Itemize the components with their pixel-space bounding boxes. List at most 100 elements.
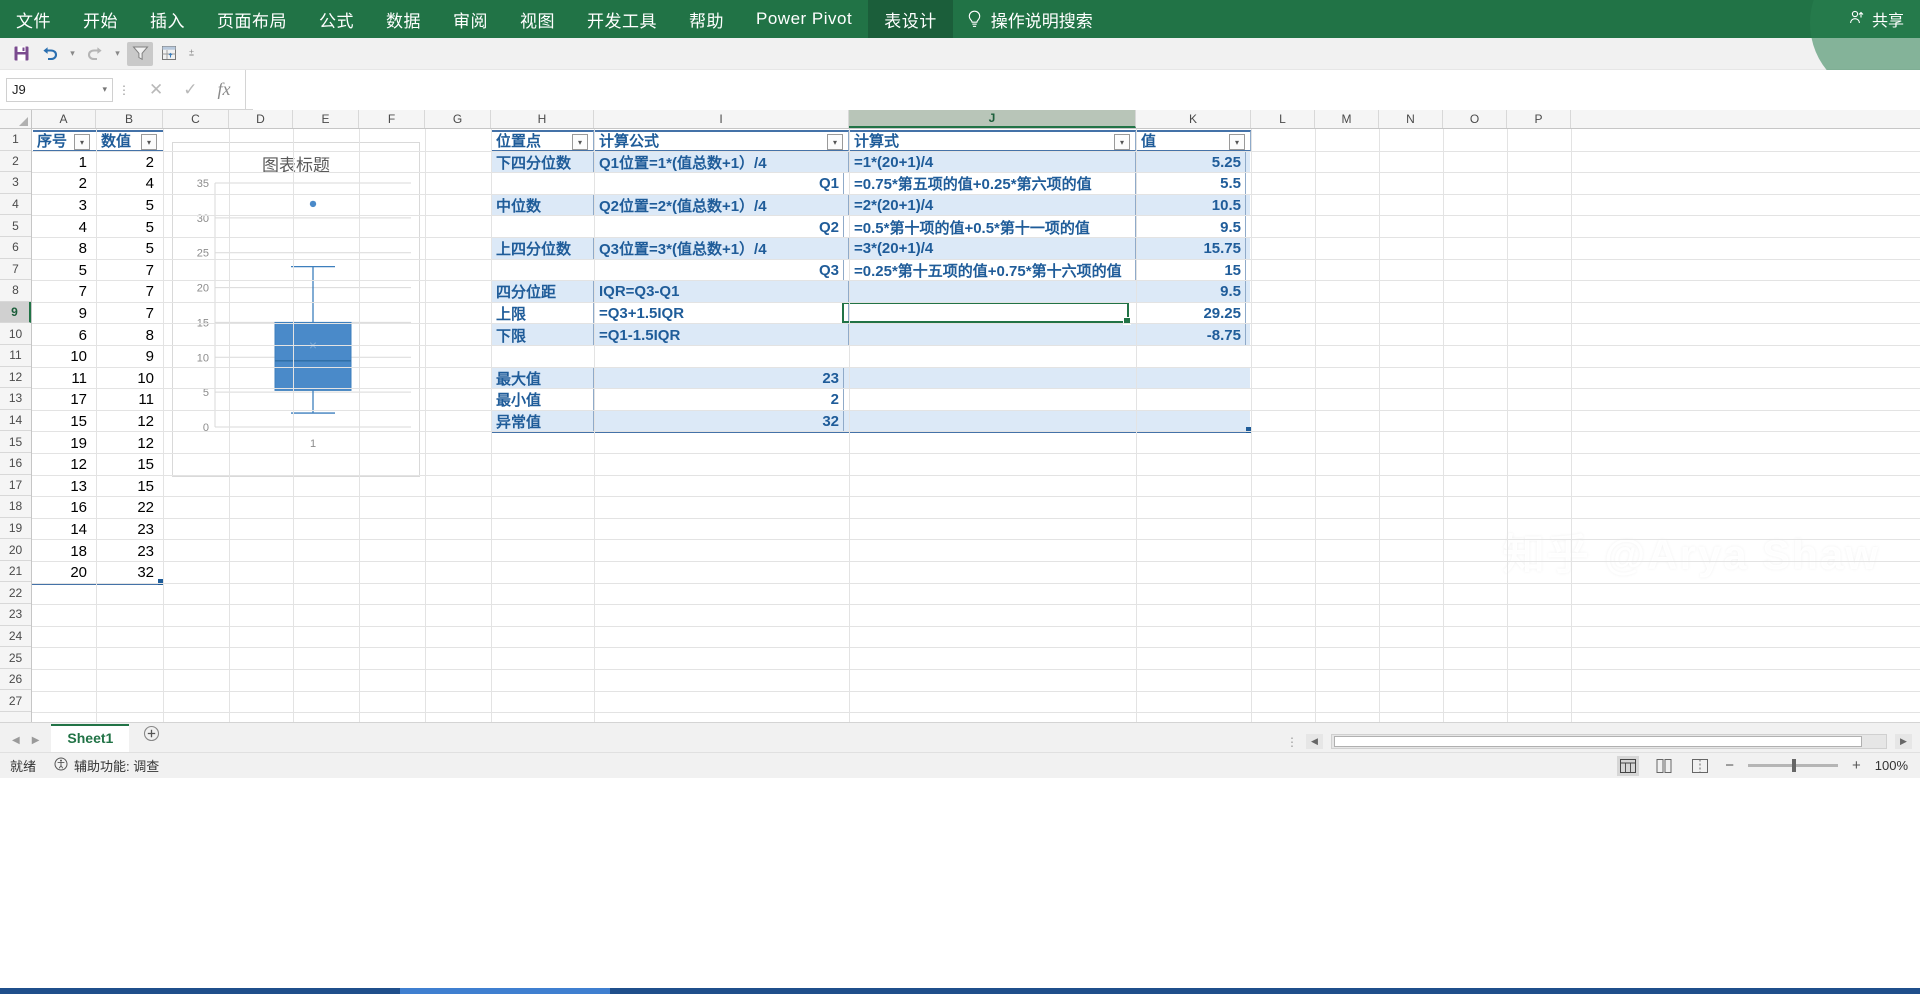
data-cell-seq-3[interactable]: 3 [33, 195, 91, 217]
calc-value-7[interactable]: 29.25 [1137, 302, 1246, 325]
column-header-o[interactable]: O [1443, 110, 1507, 128]
confirm-icon[interactable]: ✓ [183, 80, 197, 100]
zoom-slider-knob[interactable] [1791, 759, 1796, 772]
ribbon-tab-file[interactable]: 文件 [0, 0, 67, 38]
data-cell-value-9[interactable]: 8 [97, 324, 158, 346]
ribbon-tab-table-design[interactable]: 表设计 [868, 0, 953, 38]
data-cell-seq-4[interactable]: 4 [33, 216, 91, 238]
scroll-right-icon[interactable]: ▶ [1895, 734, 1912, 749]
calc-expression-0[interactable]: =1*(20+1)/4 [850, 151, 1136, 174]
calc-table-header-1[interactable]: 计算公式 [595, 130, 849, 152]
data-cell-seq-11[interactable]: 11 [33, 368, 91, 390]
sheet-nav-buttons[interactable]: ◀ ▶ [0, 735, 51, 752]
row-header-15[interactable]: 15 [0, 431, 31, 453]
data-cell-value-15[interactable]: 15 [97, 454, 158, 476]
calc-expression-5[interactable]: =0.25*第十五项的值+0.75*第十六项的值 [850, 259, 1136, 282]
split-handle-icon[interactable]: ⋮ [1286, 735, 1298, 749]
data-cell-value-20[interactable]: 32 [97, 562, 158, 584]
row-header-3[interactable]: 3 [0, 172, 31, 194]
data-cell-value-12[interactable]: 11 [97, 389, 158, 411]
data-cell-value-8[interactable]: 7 [97, 303, 158, 325]
box-rect[interactable] [274, 321, 352, 391]
cell-area[interactable]: 序号 ▾ 数值 ▾ 1 2 2 4 3 5 4 5 8 5 5 7 7 7 9 7 6 8 10 9 11 10 17 11 15 12 1… [32, 129, 1920, 722]
save-icon[interactable] [8, 42, 34, 66]
data-cell-seq-16[interactable]: 13 [33, 476, 91, 498]
data-cell-value-1[interactable]: 2 [97, 152, 158, 174]
row-header-22[interactable]: 22 [0, 582, 31, 605]
filter-button-序号[interactable]: ▾ [74, 134, 90, 150]
row-header-19[interactable]: 19 [0, 517, 31, 540]
calc-value-1[interactable]: 5.5 [1137, 173, 1246, 195]
row-header-23[interactable]: 23 [0, 604, 31, 626]
accessibility-status[interactable]: 辅助功能: 调查 [54, 756, 159, 775]
row-header-1[interactable]: 1 [0, 129, 31, 151]
row-header-13[interactable]: 13 [0, 388, 31, 410]
filter-icon[interactable] [127, 41, 153, 66]
data-cell-value-11[interactable]: 10 [97, 368, 158, 390]
calc-label-10[interactable]: 最大值 [492, 367, 594, 390]
row-header-20[interactable]: 20 [0, 539, 31, 561]
data-cell-seq-6[interactable]: 5 [33, 260, 91, 282]
data-cell-value-16[interactable]: 15 [97, 476, 158, 498]
page-layout-view-icon[interactable] [1653, 756, 1675, 776]
calc-value-4[interactable]: 15.75 [1137, 238, 1246, 260]
data-cell-seq-18[interactable]: 14 [33, 519, 91, 541]
calc-value-6[interactable]: 9.5 [1137, 281, 1246, 303]
row-header-25[interactable]: 25 [0, 647, 31, 669]
zoom-slider[interactable] [1747, 759, 1838, 772]
data-cell-seq-8[interactable]: 9 [33, 303, 91, 325]
column-header-g[interactable]: G [425, 110, 491, 128]
calc-formula-right-12[interactable]: 32 [595, 410, 844, 433]
ribbon-tab-formulas[interactable]: 公式 [303, 0, 370, 38]
calc-formula-8[interactable]: =Q1-1.5IQR [595, 324, 849, 346]
name-box[interactable]: J9 ▾ [6, 77, 113, 102]
calc-formula-right-5[interactable]: Q3 [595, 259, 844, 282]
calc-formula-7[interactable]: =Q3+1.5IQR [595, 302, 849, 325]
row-header-27[interactable]: 27 [0, 690, 31, 713]
column-header-j[interactable]: J [849, 110, 1136, 128]
calc-formula-2[interactable]: Q2位置=2*(值总数+1）/4 [595, 194, 849, 217]
data-cell-seq-15[interactable]: 12 [33, 454, 91, 476]
first-sheet-icon[interactable]: ◀ [12, 735, 20, 746]
calc-label-4[interactable]: 上四分位数 [492, 238, 594, 260]
calc-expression-4[interactable]: =3*(20+1)/4 [850, 238, 1136, 260]
column-header-m[interactable]: M [1315, 110, 1379, 128]
tell-me-search[interactable]: 操作说明搜索 [953, 0, 1107, 38]
outlier-point-32[interactable] [309, 200, 317, 208]
data-cell-seq-12[interactable]: 17 [33, 389, 91, 411]
calc-table-header-2[interactable]: 计算式 [850, 130, 1136, 152]
horizontal-scroll-thumb[interactable] [1334, 736, 1862, 747]
data-cell-seq-5[interactable]: 8 [33, 238, 91, 260]
calc-formula-0[interactable]: Q1位置=1*(值总数+1）/4 [595, 151, 849, 174]
horizontal-scrollbar[interactable] [1331, 734, 1887, 749]
row-header-6[interactable]: 6 [0, 236, 31, 259]
calc-formula-right-1[interactable]: Q1 [595, 173, 844, 195]
calc-expression-3[interactable]: =0.5*第十项的值+0.5*第十一项的值 [850, 216, 1136, 238]
calc-value-3[interactable]: 9.5 [1137, 216, 1246, 238]
data-cell-seq-2[interactable]: 2 [33, 173, 91, 195]
ribbon-tab-review[interactable]: 审阅 [437, 0, 504, 38]
ribbon-tab-help[interactable]: 帮助 [673, 0, 740, 38]
row-header-18[interactable]: 18 [0, 496, 31, 518]
customize-qat-icon[interactable]: ⩲ [185, 42, 198, 66]
column-header-a[interactable]: A [32, 110, 96, 128]
horizontal-scroll-area[interactable]: ⋮ ◀ ▶ [1286, 734, 1920, 752]
calc-filter-value[interactable]: ▾ [1229, 134, 1245, 150]
data-cell-value-10[interactable]: 9 [97, 346, 158, 368]
formula-bar-expand-handle[interactable]: ⋮ [113, 83, 135, 97]
calc-formula-6[interactable]: IQR=Q3-Q1 [595, 281, 849, 303]
row-header-12[interactable]: 12 [0, 366, 31, 389]
last-sheet-icon[interactable]: ▶ [32, 735, 40, 746]
sheet-tab-sheet1[interactable]: Sheet1 [51, 724, 130, 752]
data-cell-seq-9[interactable]: 6 [33, 324, 91, 346]
row-header-17[interactable]: 17 [0, 474, 31, 497]
data-cell-seq-10[interactable]: 10 [33, 346, 91, 368]
insert-function-icon[interactable]: fx [218, 79, 231, 100]
column-header-l[interactable]: L [1251, 110, 1315, 128]
cancel-icon[interactable]: ✕ [149, 80, 163, 100]
data-cell-value-3[interactable]: 5 [97, 195, 158, 217]
calc-label-7[interactable]: 上限 [492, 302, 594, 325]
row-header-14[interactable]: 14 [0, 409, 31, 432]
row-header-26[interactable]: 26 [0, 668, 31, 691]
ribbon-tab-page-layout[interactable]: 页面布局 [201, 0, 303, 38]
